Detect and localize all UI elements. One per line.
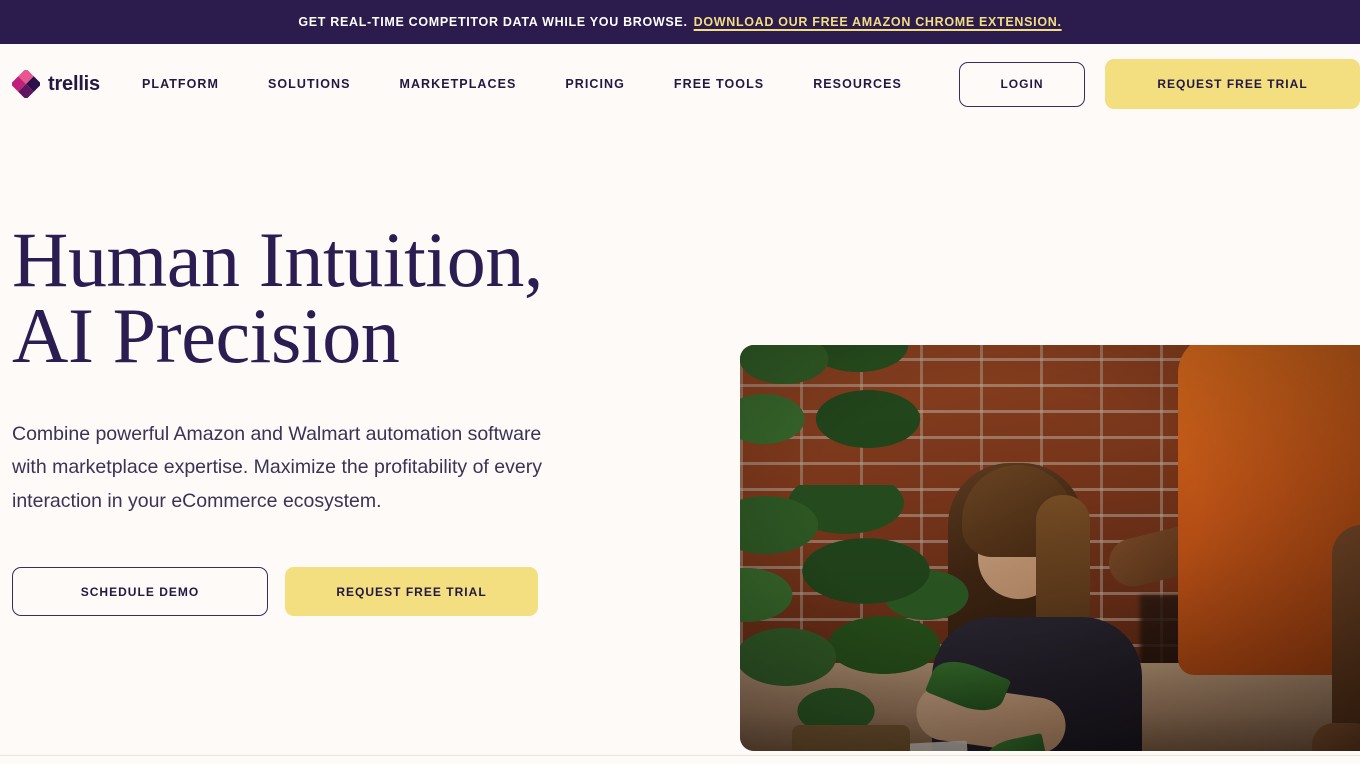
logo-wordmark: trellis <box>48 72 100 95</box>
nav-item-marketplaces[interactable]: MARKETPLACES <box>399 67 516 101</box>
nav-item-solutions[interactable]: SOLUTIONS <box>268 67 350 101</box>
hero-subtitle: Combine powerful Amazon and Walmart auto… <box>12 422 542 512</box>
hero-image <box>740 345 1360 751</box>
trellis-diamond-logo-icon <box>10 68 42 100</box>
section-divider <box>0 755 1360 756</box>
request-free-trial-button-header[interactable]: REQUEST FREE TRIAL <box>1105 59 1360 109</box>
hero-cta-group: SCHEDULE DEMO REQUEST FREE TRIAL <box>12 567 702 617</box>
page-title: Human Intuition, AI Precision <box>12 216 544 380</box>
announcement-text: GET REAL-TIME COMPETITOR DATA WHILE YOU … <box>298 15 688 29</box>
nav-item-pricing[interactable]: PRICING <box>565 67 625 101</box>
nav-item-resources[interactable]: RESOURCES <box>813 67 902 101</box>
announcement-banner: GET REAL-TIME COMPETITOR DATA WHILE YOU … <box>0 0 1360 44</box>
nav-item-free-tools[interactable]: FREE TOOLS <box>674 67 764 101</box>
hero-copy: Human Intuition, AI Precision Combine po… <box>12 216 702 617</box>
photo-vignette <box>740 345 1360 751</box>
logo[interactable]: trellis <box>10 68 100 100</box>
schedule-demo-button[interactable]: SCHEDULE DEMO <box>12 567 268 617</box>
login-button[interactable]: LOGIN <box>959 61 1085 107</box>
main-navigation: PLATFORM SOLUTIONS MARKETPLACES PRICING … <box>142 67 951 101</box>
hero-section: Human Intuition, AI Precision Combine po… <box>0 124 1360 764</box>
chrome-extension-link[interactable]: DOWNLOAD OUR FREE AMAZON CHROME EXTENSIO… <box>694 15 1062 29</box>
nav-item-platform[interactable]: PLATFORM <box>142 67 219 101</box>
request-free-trial-button-hero[interactable]: REQUEST FREE TRIAL <box>285 567 538 617</box>
header-actions: LOGIN REQUEST FREE TRIAL <box>959 44 1360 124</box>
site-header: trellis PLATFORM SOLUTIONS MARKETPLACES … <box>0 44 1360 124</box>
